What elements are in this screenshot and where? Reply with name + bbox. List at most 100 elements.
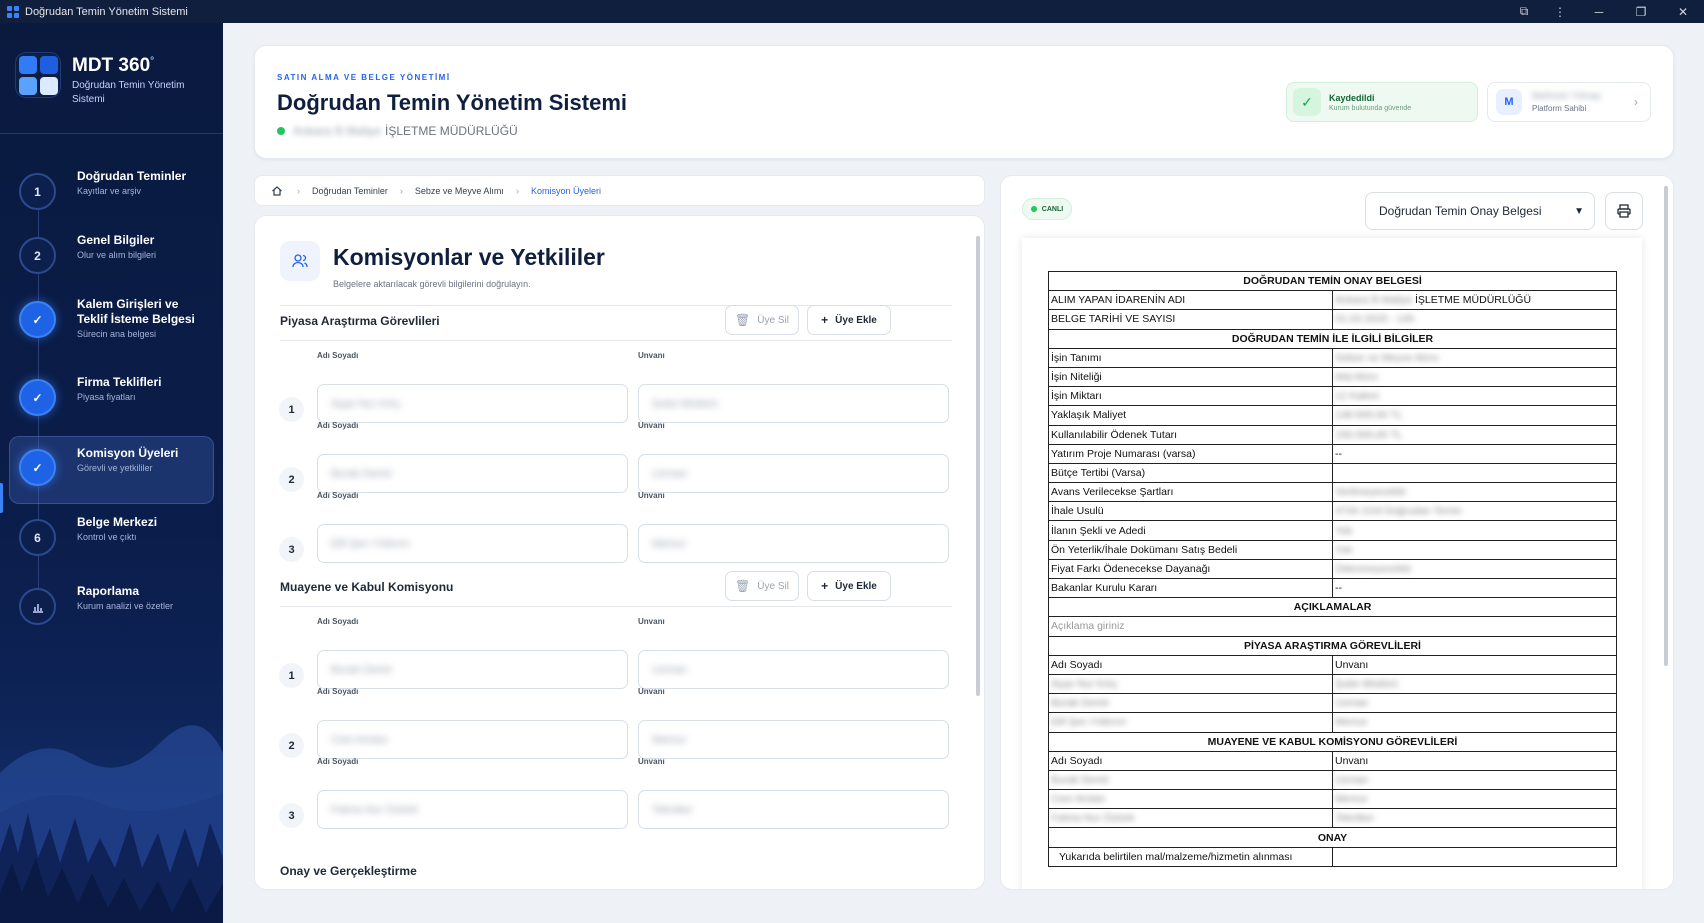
add-member-label: Üye Ekle xyxy=(835,314,877,326)
sidebar-step-belge-merkezi[interactable]: 6 Belge Merkezi Kontrol ve çıktı xyxy=(9,505,214,573)
member-title-input[interactable]: Uzman xyxy=(638,650,949,689)
chevron-right-icon: › xyxy=(515,185,519,196)
table-row: Avans Verilecekse Şartları Verilmeyecekti… xyxy=(1048,482,1617,503)
field-label: Unvanı xyxy=(638,351,665,360)
breadcrumb-item[interactable]: Sebze ve Meyve Alımı xyxy=(415,186,504,196)
table-row: Elif Şen Yıldırım Memur xyxy=(1048,712,1617,733)
bar-chart-icon xyxy=(19,588,56,625)
member-name-input[interactable]: Ayşe Nur Kılıç xyxy=(317,384,628,423)
add-member-button[interactable]: + Üye Ekle xyxy=(807,305,891,335)
member-title-input[interactable]: Memur xyxy=(638,720,949,759)
member-name-input[interactable]: Burak Demir xyxy=(317,454,628,493)
saved-title: Kaydedildi xyxy=(1329,92,1375,103)
table-row: Yaklaşık Maliyet 148.500,00 TL xyxy=(1048,405,1617,426)
organization-line: Ankara İli Maliye İŞLETME MÜDÜRLÜĞÜ xyxy=(277,124,518,138)
member-title-input[interactable]: Tekniker xyxy=(638,790,949,829)
preview-scrollbar[interactable] xyxy=(1664,186,1668,876)
breadcrumb-current: Komisyon Üyeleri xyxy=(530,185,601,196)
page-header: SATIN ALMA VE BELGE YÖNETİMİ Doğrudan Te… xyxy=(254,45,1674,159)
field-label: Unvanı xyxy=(638,757,665,766)
member-name-input[interactable]: Cem Arslan xyxy=(317,720,628,759)
table-row: Burak Demir Uzman xyxy=(1048,769,1617,791)
field-label: Adı Soyadı xyxy=(317,491,359,500)
sidebar-step-komisyon-uyeleri[interactable]: ✓ Komisyon Üyeleri Görevli ve yetkililer xyxy=(9,436,214,504)
step-desc: Piyasa fiyatları xyxy=(77,392,136,402)
brand-mark: ° xyxy=(150,55,155,67)
step-desc: Kontrol ve çıktı xyxy=(77,532,137,542)
step-check-icon: ✓ xyxy=(19,449,56,486)
row-number: 3 xyxy=(279,803,304,828)
page-title: Doğrudan Temin Yönetim Sistemi xyxy=(277,90,628,115)
approval-document-table: DOĞRUDAN TEMİN ONAY BELGESİ ALIM YAPAN İ… xyxy=(1048,270,1617,867)
table-row: Yatırım Proje Numarası (varsa) -- xyxy=(1048,443,1617,464)
delete-member-label: Üye Sil xyxy=(757,314,789,326)
status-dot xyxy=(277,127,285,135)
member-name-input[interactable]: Elif Şen Yıldırım xyxy=(317,524,628,563)
field-label: Unvanı xyxy=(638,421,665,430)
step-title: Belge Merkezi xyxy=(77,515,158,529)
member-title-input[interactable]: Uzman xyxy=(638,454,949,493)
step-check-icon: ✓ xyxy=(19,379,56,416)
minimize-button[interactable]: ─ xyxy=(1578,0,1620,23)
print-button[interactable] xyxy=(1605,192,1643,230)
document-type-select[interactable]: Doğrudan Temin Onay Belgesi ▼ xyxy=(1365,192,1595,230)
row-number: 1 xyxy=(279,663,304,688)
member-title-input[interactable]: Şube Müdürü xyxy=(638,384,949,423)
document-type-value: Doğrudan Temin Onay Belgesi xyxy=(1379,204,1542,218)
sidebar-step-firma-teklifleri[interactable]: ✓ Firma Teklifleri Piyasa fiyatları xyxy=(9,365,214,433)
delete-member-button[interactable]: 🗑 Üye Sil xyxy=(725,305,799,335)
field-label: Adı Soyadı xyxy=(317,421,359,430)
avatar: M xyxy=(1496,89,1522,115)
notes-input[interactable]: Açıklama giriniz xyxy=(1048,616,1617,637)
app-icon xyxy=(7,5,19,18)
breadcrumb-item[interactable]: Doğrudan Teminler xyxy=(312,186,388,196)
sidebar-step-dogrudan-teminler[interactable]: 1 Doğrudan Teminler Kayıtlar ve arşiv xyxy=(9,159,214,227)
step-desc: Kurum analizi ve özetler xyxy=(77,601,174,611)
table-row: İşin Tanımı Sebze ve Meyve Alımı xyxy=(1048,347,1617,368)
divider xyxy=(280,340,952,341)
step-check-icon: ✓ xyxy=(19,301,56,338)
form-scrollbar[interactable] xyxy=(976,226,980,889)
row-number: 3 xyxy=(279,537,304,562)
add-member-label: Üye Ekle xyxy=(835,580,877,592)
delete-member-button[interactable]: 🗑 Üye Sil xyxy=(725,571,799,601)
member-title-input[interactable]: Memur xyxy=(638,524,949,563)
maximize-button[interactable]: ❐ xyxy=(1620,0,1662,23)
table-header-row: Adı Soyadı Unvanı xyxy=(1048,654,1617,675)
plus-icon: + xyxy=(821,313,829,327)
step-title: Raporlama xyxy=(77,584,140,598)
trash-icon: 🗑 xyxy=(735,313,751,327)
row-number: 2 xyxy=(279,733,304,758)
table-row: ALIM YAPAN İDARENİN ADI Ankara İli Maliye… xyxy=(1048,290,1617,311)
table-row: Bütçe Tertibi (Varsa) xyxy=(1048,462,1617,484)
chevron-down-icon: ▼ xyxy=(1574,205,1584,217)
member-name-input[interactable]: Burak Demir xyxy=(317,650,628,689)
page-kicker: SATIN ALMA VE BELGE YÖNETİMİ xyxy=(277,73,451,82)
field-label: Unvanı xyxy=(638,491,665,500)
sidebar-step-kalem-girisleri[interactable]: ✓ Kalem Girişleri ve Teklif İsteme Belge… xyxy=(9,287,214,355)
extension-icon[interactable]: ⧉ xyxy=(1506,0,1542,23)
table-row: Ayşe Nur Kılıç Şube Müdürü xyxy=(1048,673,1617,695)
check-icon: ✓ xyxy=(1293,88,1321,116)
member-name-input[interactable]: Fatma Nur Öztürk xyxy=(317,790,628,829)
chevron-right-icon: › xyxy=(399,185,403,196)
home-icon[interactable] xyxy=(269,185,285,197)
sidebar-step-genel-bilgiler[interactable]: 2 Genel Bilgiler Olur ve alım bilgileri xyxy=(9,223,214,291)
user-menu[interactable]: M Mehmet Yılmaz Platform Sahibi › xyxy=(1487,82,1651,122)
more-options-icon[interactable]: ⋮ xyxy=(1542,0,1578,23)
table-row: İlanın Şekli ve Adedi Yok xyxy=(1048,520,1617,541)
group-title-piyasa: Piyasa Araştırma Görevlileri xyxy=(280,314,440,328)
step-desc: Kayıtlar ve arşiv xyxy=(77,186,142,196)
close-button[interactable]: ✕ xyxy=(1662,0,1704,23)
user-name: Mehmet Yılmaz xyxy=(1532,91,1602,102)
user-role: Platform Sahibi xyxy=(1532,104,1587,113)
add-member-button[interactable]: + Üye Ekle xyxy=(807,571,891,601)
row-number: 1 xyxy=(279,397,304,422)
document-paper: DOĞRUDAN TEMİN ONAY BELGESİ ALIM YAPAN İ… xyxy=(1022,238,1642,889)
table-row: Fiyat Farkı Ödenecekse Dayanağı Ödenmeyec… xyxy=(1048,558,1617,580)
table-row: Cem Arslan Memur xyxy=(1048,789,1617,810)
step-desc: Görevli ve yetkililer xyxy=(77,463,153,473)
sidebar-step-raporlama[interactable]: Raporlama Kurum analizi ve özetler xyxy=(9,574,214,642)
window-title: Doğrudan Temin Yönetim Sistemi xyxy=(25,5,188,18)
field-label: Adı Soyadı xyxy=(317,757,359,766)
